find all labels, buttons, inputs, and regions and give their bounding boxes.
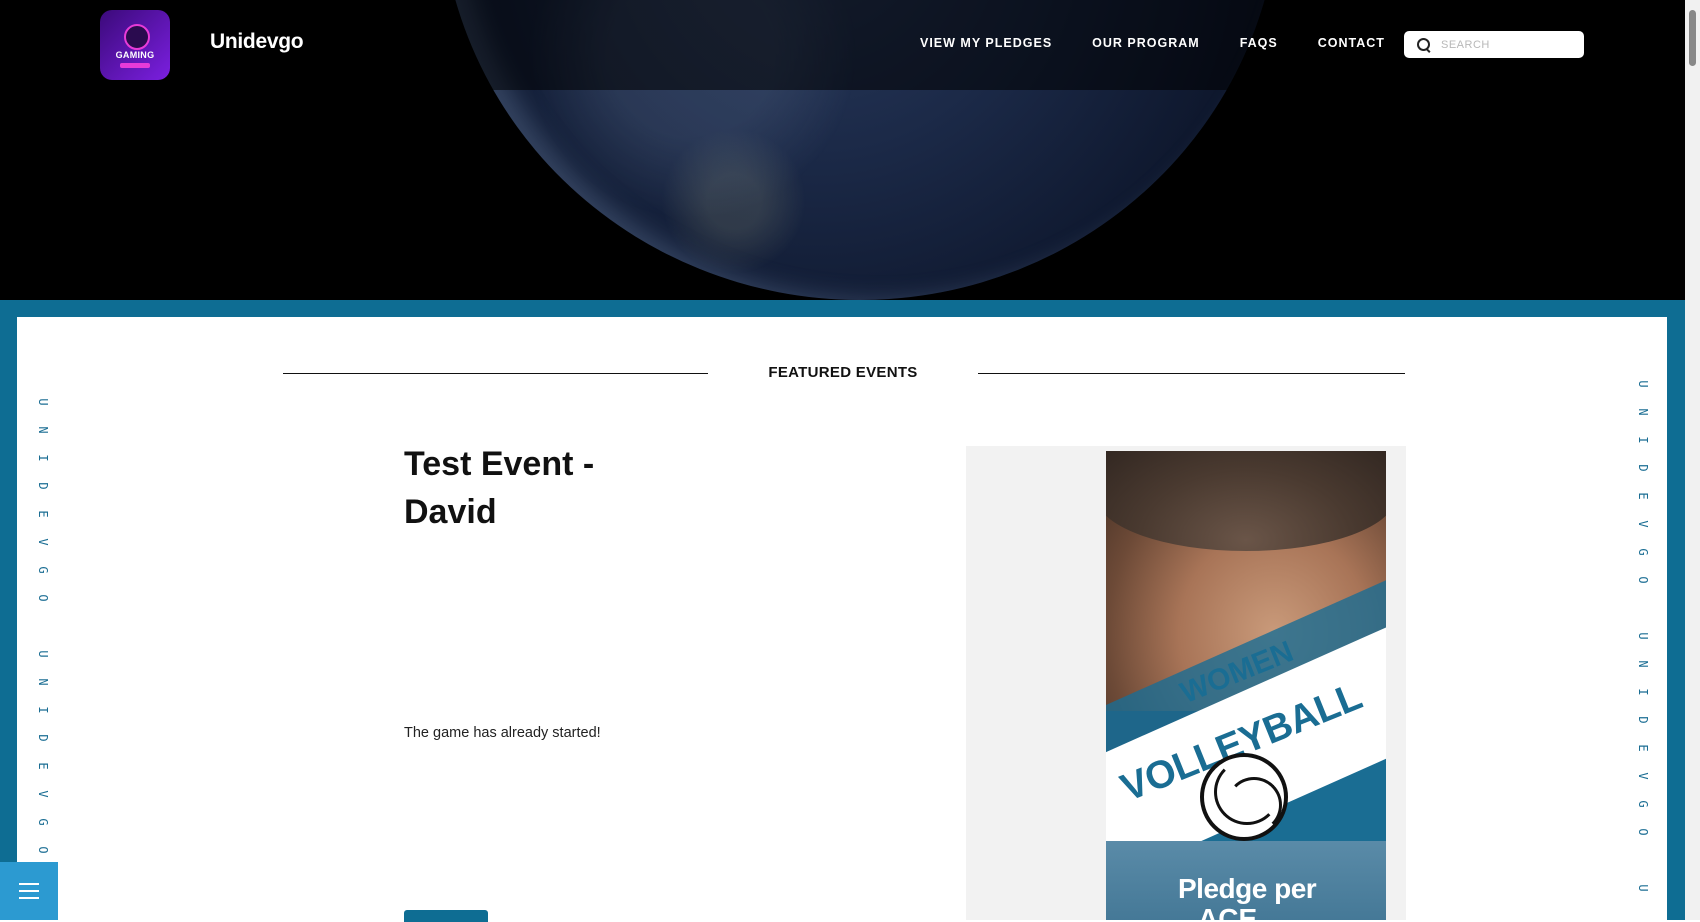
event-status: The game has already started! <box>404 725 601 741</box>
content-area <box>17 317 1667 920</box>
scrollbar[interactable] <box>1685 0 1700 920</box>
event-poster[interactable]: WOMEN VOLLEYBALL Pledge per ACE <box>1106 451 1386 920</box>
search-input[interactable] <box>1439 37 1583 52</box>
main-nav: VIEW MY PLEDGES OUR PROGRAM FAQS CONTACT <box>920 36 1425 50</box>
side-text-left: UNIDEVGO UNIDEVGOU <box>36 398 50 881</box>
event-action-button[interactable] <box>404 910 488 922</box>
logo[interactable]: GAMING <box>100 10 170 80</box>
nav-faqs[interactable]: FAQS <box>1240 36 1278 50</box>
nav-our-program[interactable]: OUR PROGRAM <box>1092 36 1200 50</box>
poster-line-ace: ACE <box>1198 903 1258 920</box>
logo-text: GAMING <box>115 50 155 60</box>
nav-view-my-pledges[interactable]: VIEW MY PLEDGES <box>920 36 1052 50</box>
volleyball-icon <box>1200 753 1288 841</box>
featured-events-title: FEATURED EVENTS <box>768 364 918 381</box>
nav-contact[interactable]: CONTACT <box>1318 36 1385 50</box>
search-box <box>1404 31 1584 58</box>
side-text-right: UNIDEVGO UNIDEVGO U <box>1636 380 1650 892</box>
event-title: Test Event - David <box>404 445 595 531</box>
menu-icon <box>19 883 39 885</box>
brand-name[interactable]: Unidevgo <box>210 30 304 54</box>
divider-left <box>283 373 708 374</box>
scrollbar-thumb[interactable] <box>1689 10 1696 66</box>
featured-events-header: FEATURED EVENTS <box>283 362 1405 384</box>
divider-right <box>978 373 1405 374</box>
logo-mascot-icon <box>124 24 150 50</box>
search-icon[interactable] <box>1417 37 1431 52</box>
poster-line-pledge: Pledge per <box>1178 873 1317 904</box>
hamburger-menu-button[interactable] <box>0 862 58 920</box>
